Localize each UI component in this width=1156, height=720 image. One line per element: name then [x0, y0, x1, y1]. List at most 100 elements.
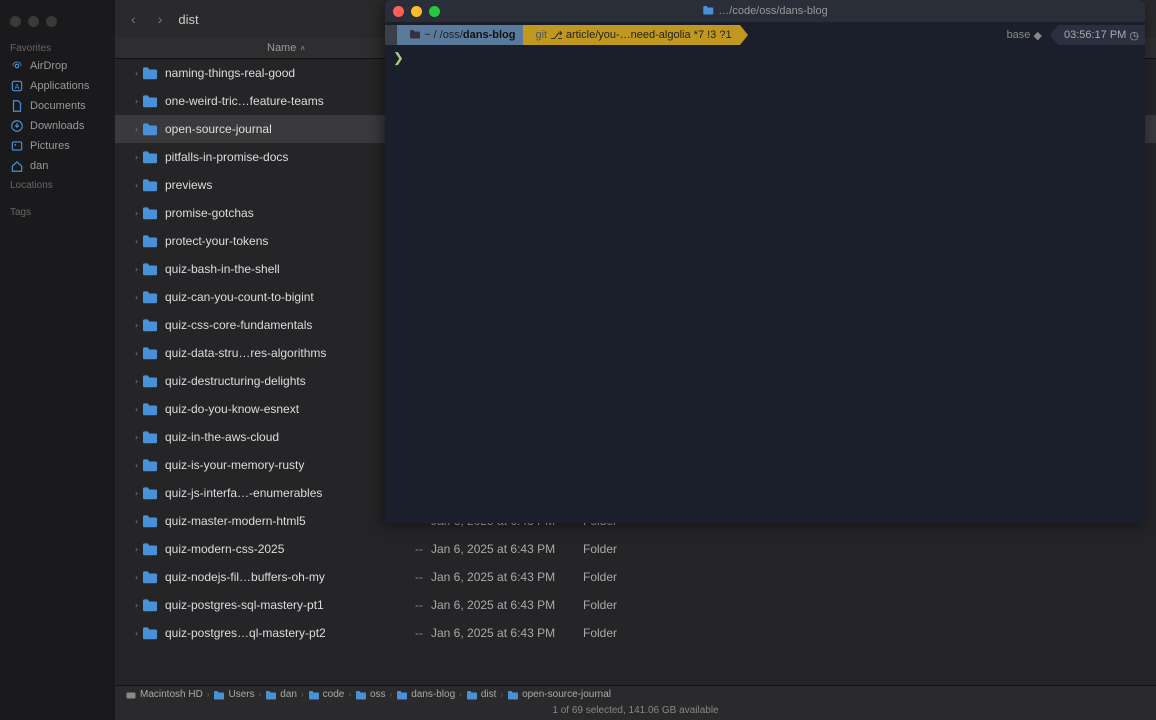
disclosure-icon[interactable]: › — [125, 208, 137, 218]
file-name: quiz-postgres…ql-mastery-pt2 — [165, 626, 393, 640]
disclosure-icon[interactable]: › — [125, 432, 137, 442]
path-separator-icon: › — [207, 690, 210, 699]
terminal-titlebar: …/code/oss/dans-blog — [385, 0, 1145, 22]
disclosure-icon[interactable]: › — [125, 96, 137, 106]
env-segment: base ◆ — [999, 25, 1050, 45]
folder-icon — [141, 458, 159, 472]
separator-icon — [1050, 25, 1058, 45]
disclosure-icon[interactable]: › — [125, 180, 137, 190]
file-name: quiz-bash-in-the-shell — [165, 262, 393, 276]
minimize-button[interactable] — [28, 16, 39, 27]
file-name: quiz-do-you-know-esnext — [165, 402, 393, 416]
file-date: Jan 6, 2025 at 6:43 PM — [423, 542, 563, 556]
disclosure-icon[interactable]: › — [125, 348, 137, 358]
file-date: Jan 6, 2025 at 6:43 PM — [423, 626, 563, 640]
terminal-prompt[interactable]: ❯ — [385, 46, 1145, 70]
file-kind: Folder — [563, 570, 643, 584]
disclosure-icon[interactable]: › — [125, 516, 137, 526]
file-date: Jan 6, 2025 at 6:43 PM — [423, 598, 563, 612]
file-size: -- — [393, 570, 423, 584]
folder-icon — [141, 206, 159, 220]
file-name: one-weird-tric…feature-teams — [165, 94, 393, 108]
disclosure-icon[interactable]: › — [125, 376, 137, 386]
sidebar-item-downloads[interactable]: Downloads — [0, 116, 115, 136]
file-name: quiz-master-modern-html5 — [165, 514, 393, 528]
sort-indicator-icon: ˄ — [300, 44, 305, 53]
path-segment[interactable]: dist — [466, 689, 497, 700]
disclosure-icon[interactable]: › — [125, 488, 137, 498]
pictures-icon — [10, 139, 24, 153]
file-size: -- — [393, 598, 423, 612]
file-name: open-source-journal — [165, 122, 393, 136]
folder-icon — [141, 262, 159, 276]
terminal-prompt-line: ~ / /oss/dans-blog git ⎇ article/you-…ne… — [385, 24, 1145, 46]
disclosure-icon[interactable]: › — [125, 404, 137, 414]
sidebar-item-airdrop[interactable]: AirDrop — [0, 56, 115, 76]
file-name: promise-gotchas — [165, 206, 393, 220]
disclosure-icon[interactable]: › — [125, 572, 137, 582]
file-size: -- — [393, 626, 423, 640]
file-row[interactable]: › quiz-postgres-sql-mastery-pt1--Jan 6, 2… — [115, 591, 1156, 619]
locations-label: Locations — [0, 176, 115, 193]
terminal-maximize-button[interactable] — [429, 6, 440, 17]
nav-back-button[interactable]: ‹ — [125, 11, 142, 27]
folder-icon — [702, 5, 714, 18]
file-row[interactable]: ›quiz-modern-css-2025--Jan 6, 2025 at 6:… — [115, 535, 1156, 563]
disclosure-icon[interactable]: › — [125, 628, 137, 638]
folder-icon — [141, 150, 159, 164]
folder-icon — [141, 290, 159, 304]
folder-icon — [141, 402, 159, 416]
disclosure-icon[interactable]: › — [125, 460, 137, 470]
path-segment[interactable]: oss — [355, 689, 386, 700]
path-separator-icon: › — [301, 690, 304, 699]
file-name: quiz-in-the-aws-cloud — [165, 430, 393, 444]
disclosure-icon[interactable]: › — [125, 292, 137, 302]
file-name: quiz-modern-css-2025 — [165, 542, 393, 556]
path-separator-icon: › — [348, 690, 351, 699]
disclosure-icon[interactable]: › — [125, 264, 137, 274]
maximize-button[interactable] — [46, 16, 57, 27]
path-segment[interactable]: Users — [213, 689, 254, 700]
terminal-minimize-button[interactable] — [411, 6, 422, 17]
file-kind: Folder — [563, 598, 643, 612]
folder-icon — [409, 29, 421, 42]
file-name: quiz-destructuring-delights — [165, 374, 393, 388]
disclosure-icon[interactable]: › — [125, 236, 137, 246]
close-button[interactable] — [10, 16, 21, 27]
file-name: quiz-nodejs-fil…buffers-oh-my — [165, 570, 393, 584]
disclosure-icon[interactable]: › — [125, 152, 137, 162]
sidebar-item-pictures[interactable]: Pictures — [0, 136, 115, 156]
folder-icon — [141, 122, 159, 136]
disclosure-icon[interactable]: › — [125, 600, 137, 610]
file-name: protect-your-tokens — [165, 234, 393, 248]
clock-icon: ◷ — [1129, 29, 1139, 42]
disclosure-icon[interactable]: › — [125, 68, 137, 78]
folder-icon — [141, 66, 159, 80]
disclosure-icon[interactable]: › — [125, 320, 137, 330]
window-title: dist — [178, 12, 198, 27]
sidebar-item-applications[interactable]: AApplications — [0, 76, 115, 96]
folder-icon — [141, 430, 159, 444]
path-segment[interactable]: code — [308, 689, 345, 700]
sidebar-item-label: Pictures — [30, 140, 70, 152]
file-row[interactable]: ›quiz-nodejs-fil…buffers-oh-my--Jan 6, 2… — [115, 563, 1156, 591]
file-row[interactable]: › quiz-postgres…ql-mastery-pt2--Jan 6, 20… — [115, 619, 1156, 647]
nav-forward-button[interactable]: › — [152, 11, 169, 27]
sidebar-item-documents[interactable]: Documents — [0, 96, 115, 116]
terminal-close-button[interactable] — [393, 6, 404, 17]
path-segment[interactable]: dan — [265, 689, 297, 700]
folder-icon — [141, 94, 159, 108]
folder-icon — [141, 626, 159, 640]
disclosure-icon[interactable]: › — [125, 544, 137, 554]
disclosure-icon[interactable]: › — [125, 124, 137, 134]
path-segment[interactable]: Macintosh HD — [125, 689, 203, 700]
folder-icon — [141, 486, 159, 500]
path-segment[interactable]: dans-blog — [396, 689, 455, 700]
path-segment[interactable]: open-source-journal — [507, 689, 611, 700]
sidebar-item-label: Applications — [30, 80, 89, 92]
file-name: pitfalls-in-promise-docs — [165, 150, 393, 164]
file-name: quiz-postgres-sql-mastery-pt1 — [165, 598, 393, 612]
sidebar-item-dan[interactable]: dan — [0, 156, 115, 176]
file-name: quiz-js-interfa…-enumerables — [165, 486, 393, 500]
terminal-title: …/code/oss/dans-blog — [702, 5, 827, 18]
